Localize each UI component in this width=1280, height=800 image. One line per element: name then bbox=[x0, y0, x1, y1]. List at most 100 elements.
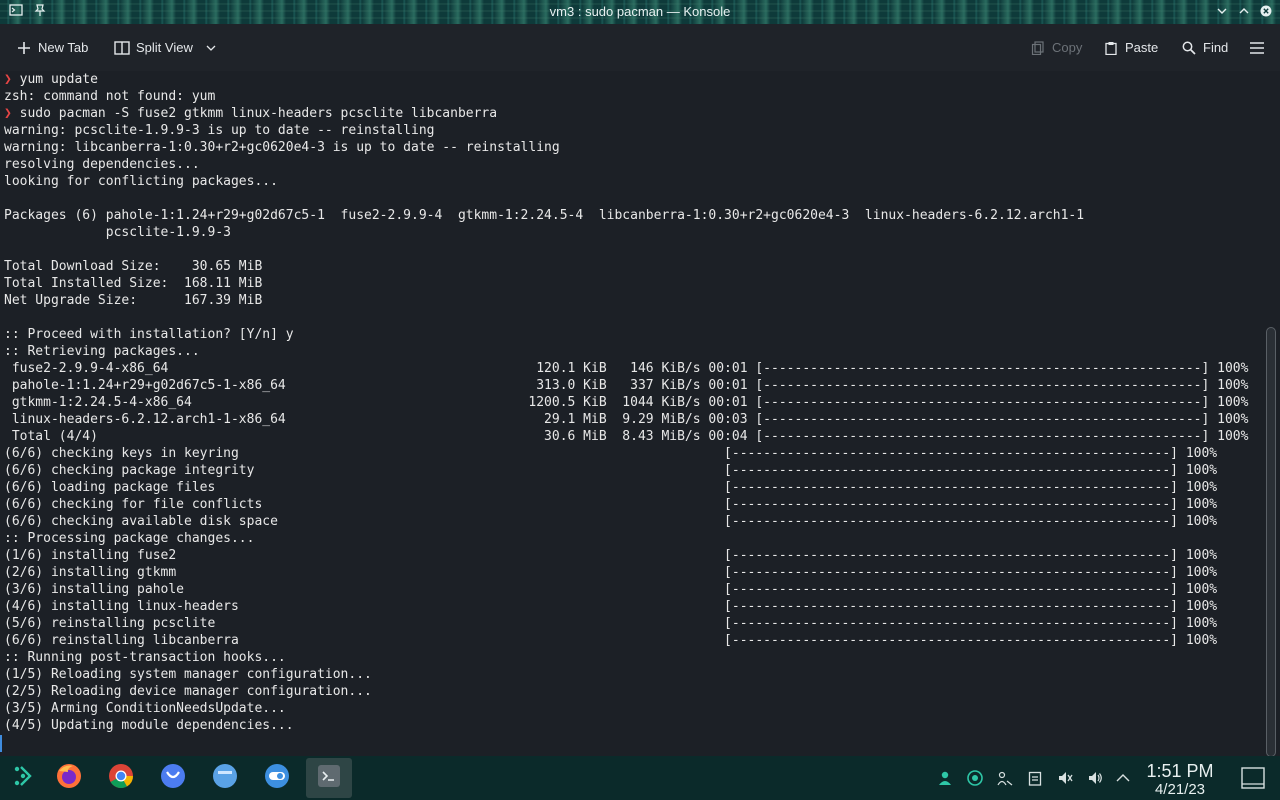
terminal-line: looking for conflicting packages... bbox=[4, 173, 1248, 190]
find-button[interactable]: Find bbox=[1181, 24, 1228, 71]
maximize-icon[interactable] bbox=[1232, 0, 1256, 24]
settings-toggle-icon bbox=[263, 762, 291, 795]
terminal-line: gtkmm-1:2.24.5-4-x86_64 1200.5 KiB 1044 … bbox=[4, 394, 1249, 411]
terminal-line: (6/6) checking package integrity [------… bbox=[4, 462, 1248, 479]
terminal-line-text: (1/5) Reloading system manager configura… bbox=[4, 667, 372, 682]
find-label: Find bbox=[1203, 40, 1229, 55]
copy-button[interactable]: Copy bbox=[1030, 24, 1082, 71]
clock-date[interactable]: 4/21/23 bbox=[1140, 781, 1220, 798]
terminal-line-text: warning: libcanberra-1:0.30+r2+gc0620e4-… bbox=[4, 140, 560, 155]
konsole-toolbar: New Tab Split View Copy Paste Find bbox=[0, 24, 1280, 71]
kde-launcher-icon bbox=[9, 762, 37, 795]
copy-icon bbox=[1030, 40, 1046, 56]
terminal-line-text: Total Download Size: 30.65 MiB bbox=[4, 259, 263, 274]
terminal-line-text: sudo pacman -S fuse2 gtkmm linux-headers… bbox=[11, 106, 498, 121]
terminal-line-text: (6/6) checking for file conflicts [-----… bbox=[4, 497, 1218, 512]
expand-arrow-icon[interactable] bbox=[1113, 768, 1133, 788]
chrome-task[interactable] bbox=[105, 762, 137, 794]
terminal-line-text: gtkmm-1:2.24.5-4-x86_64 1200.5 KiB 1044 … bbox=[4, 395, 1249, 410]
clock-time[interactable]: 1:51 PM bbox=[1140, 761, 1220, 782]
terminal-line-text: (4/5) Updating module dependencies... bbox=[4, 718, 294, 733]
terminal-line: pahole-1:1.24+r29+g02d67c5-1-x86_64 313.… bbox=[4, 377, 1249, 394]
terminal-line-text: zsh: command not found: yum bbox=[4, 89, 216, 104]
hamburger-menu-icon bbox=[1249, 40, 1265, 56]
split-view-icon bbox=[114, 40, 130, 56]
konsole-task[interactable] bbox=[306, 758, 352, 798]
show-desktop-icon[interactable] bbox=[1240, 766, 1266, 790]
terminal-line: :: Proceed with installation? [Y/n] y bbox=[4, 326, 1248, 343]
terminal-line: ❯ sudo pacman -S fuse2 gtkmm linux-heade… bbox=[4, 105, 1248, 122]
terminal-line-text: (3/5) Arming ConditionNeedsUpdate... bbox=[4, 701, 286, 716]
discover-task[interactable] bbox=[157, 762, 189, 794]
minimize-icon[interactable] bbox=[1210, 0, 1234, 24]
terminal-line-text: (2/6) installing gtkmm [----------------… bbox=[4, 565, 1218, 580]
terminal-cursor-indicator bbox=[0, 735, 2, 752]
dolphin-task[interactable] bbox=[209, 762, 241, 794]
terminal-scrollbar[interactable] bbox=[1262, 71, 1280, 757]
chevron-down-icon bbox=[203, 40, 219, 56]
paste-icon bbox=[1103, 40, 1119, 56]
terminal-line-text: (5/6) reinstalling pcsclite [-----------… bbox=[4, 616, 1218, 631]
clipboard-icon[interactable] bbox=[1025, 768, 1045, 788]
terminal-line: (3/6) installing pahole [---------------… bbox=[4, 581, 1248, 598]
terminal-icon bbox=[316, 763, 342, 794]
terminal-line: pcsclite-1.9.9-3 bbox=[4, 224, 1248, 241]
terminal-line: zsh: command not found: yum bbox=[4, 88, 1248, 105]
plus-icon bbox=[16, 40, 32, 56]
terminal-line: Total Download Size: 30.65 MiB bbox=[4, 258, 1248, 275]
network-icon[interactable] bbox=[995, 768, 1015, 788]
terminal-line-text: (6/6) checking package integrity [------… bbox=[4, 463, 1218, 478]
terminal-view[interactable]: ❯ yum update zsh: command not found: yum ❯… bbox=[0, 71, 1262, 756]
taskbar: 1:51 PM 4/21/23 bbox=[0, 756, 1280, 800]
settings-task[interactable] bbox=[261, 762, 293, 794]
terminal-line: (2/5) Reloading device manager configura… bbox=[4, 683, 1248, 700]
firefox-icon bbox=[55, 762, 83, 795]
terminal-line: (6/6) checking available disk space [---… bbox=[4, 513, 1248, 530]
window-titlebar[interactable]: vm3 : sudo pacman — Konsole bbox=[0, 0, 1280, 24]
update-icon[interactable] bbox=[965, 768, 985, 788]
terminal-line: (6/6) loading package files [-----------… bbox=[4, 479, 1248, 496]
terminal-line-text: :: Retrieving packages... bbox=[4, 344, 200, 359]
hamburger-menu-button[interactable] bbox=[1249, 24, 1265, 71]
terminal-output: ❯ yum update zsh: command not found: yum ❯… bbox=[4, 71, 1248, 734]
firefox-task[interactable] bbox=[53, 762, 85, 794]
mute-icon[interactable] bbox=[1055, 768, 1075, 788]
terminal-line-text: (3/6) installing pahole [---------------… bbox=[4, 582, 1218, 597]
terminal-line: (2/6) installing gtkmm [----------------… bbox=[4, 564, 1248, 581]
terminal-line: fuse2-2.9.9-4-x86_64 120.1 KiB 146 KiB/s… bbox=[4, 360, 1249, 377]
terminal-line: linux-headers-6.2.12.arch1-1-x86_64 29.1… bbox=[4, 411, 1249, 428]
prompt-chevron: ❯ bbox=[4, 72, 12, 87]
terminal-line-text: pcsclite-1.9.9-3 bbox=[4, 225, 231, 240]
terminal-line-text: :: Running post-transaction hooks... bbox=[4, 650, 286, 665]
terminal-line: Total Installed Size: 168.11 MiB bbox=[4, 275, 1248, 292]
chrome-icon bbox=[107, 762, 135, 795]
terminal-line-text: (2/5) Reloading device manager configura… bbox=[4, 684, 372, 699]
split-view-button[interactable]: Split View bbox=[114, 24, 219, 71]
terminal-line-text: fuse2-2.9.9-4-x86_64 120.1 KiB 146 KiB/s… bbox=[4, 361, 1249, 376]
terminal-line: (1/5) Reloading system manager configura… bbox=[4, 666, 1248, 683]
copy-label: Copy bbox=[1052, 40, 1083, 55]
user-icon[interactable] bbox=[935, 768, 955, 788]
terminal-line: warning: pcsclite-1.9.9-3 is up to date … bbox=[4, 122, 1248, 139]
volume-icon[interactable] bbox=[1085, 768, 1105, 788]
terminal-line-text: (6/6) checking keys in keyring [--------… bbox=[4, 446, 1218, 461]
terminal-line: (4/6) installing linux-headers [--------… bbox=[4, 598, 1248, 615]
terminal-line-text: warning: pcsclite-1.9.9-3 is up to date … bbox=[4, 123, 435, 138]
close-icon[interactable] bbox=[1254, 0, 1278, 24]
new-tab-button[interactable]: New Tab bbox=[16, 24, 88, 71]
split-view-label: Split View bbox=[136, 40, 193, 55]
paste-button[interactable]: Paste bbox=[1103, 24, 1158, 71]
terminal-line: Packages (6) pahole-1:1.24+r29+g02d67c5-… bbox=[4, 207, 1248, 224]
terminal-line-text: (6/6) checking available disk space [---… bbox=[4, 514, 1218, 529]
app-launcher-button[interactable] bbox=[7, 762, 39, 794]
terminal-line-text: yum update bbox=[11, 72, 98, 87]
terminal-line: resolving dependencies... bbox=[4, 156, 1248, 173]
terminal-line-text: linux-headers-6.2.12.arch1-1-x86_64 29.1… bbox=[4, 412, 1249, 427]
terminal-line-text: :: Proceed with installation? [Y/n] y bbox=[4, 327, 294, 342]
terminal-line: (3/5) Arming ConditionNeedsUpdate... bbox=[4, 700, 1248, 717]
terminal-line: (6/6) reinstalling libcanberra [--------… bbox=[4, 632, 1248, 649]
scrollbar-thumb[interactable] bbox=[1266, 327, 1276, 757]
